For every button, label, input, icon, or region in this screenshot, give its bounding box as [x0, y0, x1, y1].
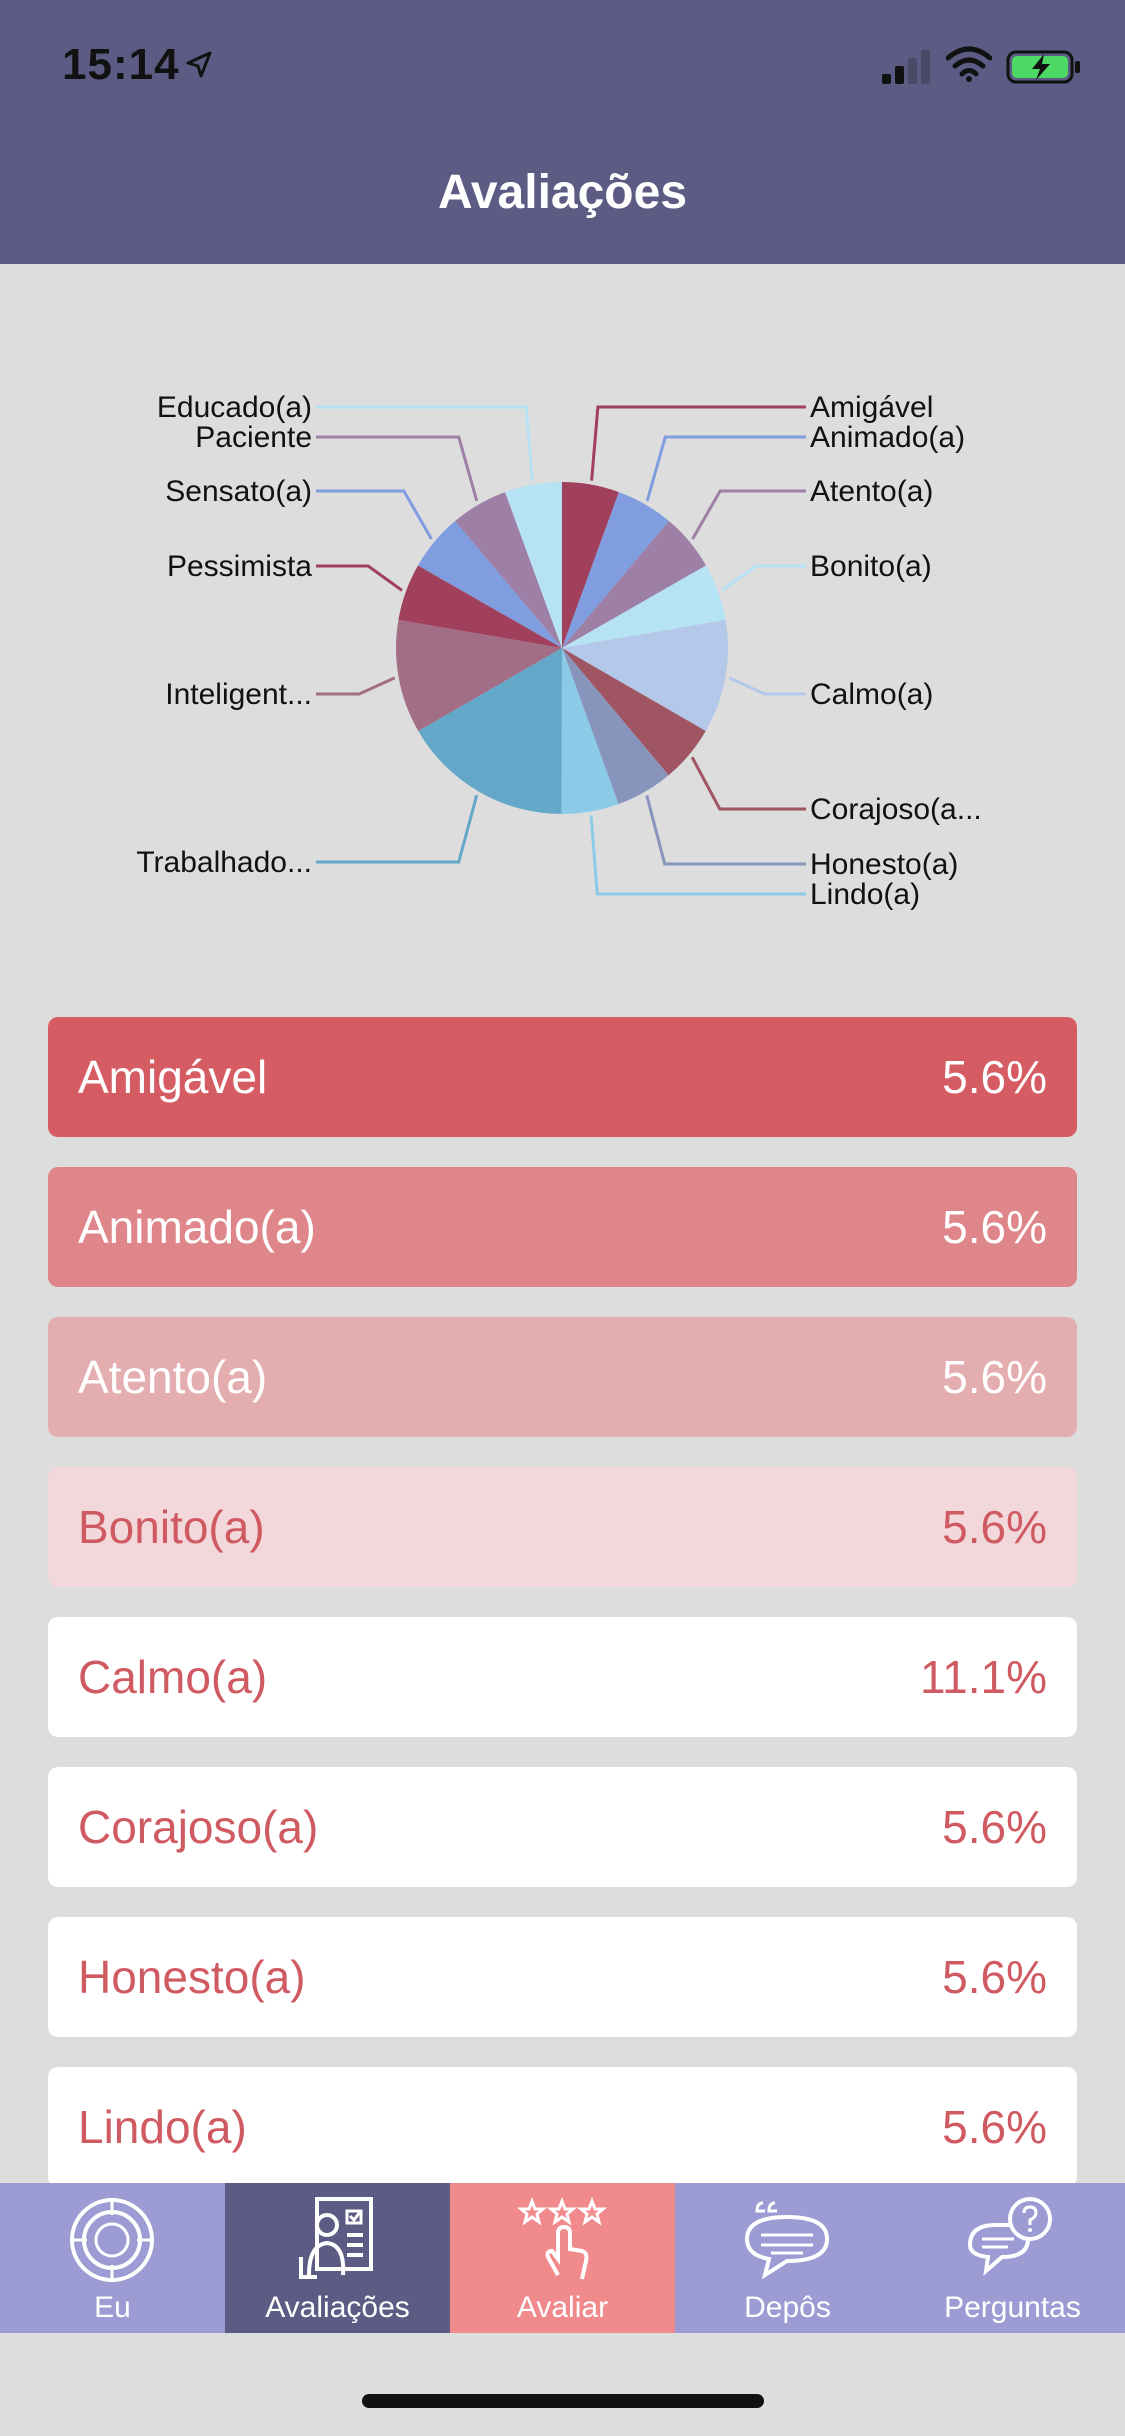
ranking-row[interactable]: Amigável 5.6% — [48, 1017, 1077, 1137]
location-arrow-icon — [186, 51, 212, 78]
ranking-row[interactable]: Bonito(a) 5.6% — [48, 1467, 1077, 1587]
pie-slice-label: Lindo(a) — [810, 878, 920, 911]
ranking-percentage: 5.6% — [942, 1501, 1047, 1553]
cellular-signal-icon — [882, 50, 930, 84]
pie-leader-line — [316, 794, 479, 864]
pie-slice-label: Honesto(a) — [810, 848, 958, 881]
status-time: 15:14 — [62, 40, 180, 89]
ranking-label: Lindo(a) — [78, 2101, 247, 2153]
pie-leader-line — [728, 676, 806, 696]
ranking-row[interactable]: Corajoso(a) 5.6% — [48, 1767, 1077, 1887]
tab-label: Avaliações — [265, 2291, 410, 2324]
ranking-percentage: 5.6% — [942, 2101, 1047, 2153]
question-bubble-icon — [962, 2195, 1062, 2292]
pie-slice-label: Sensato(a) — [165, 475, 312, 508]
pie-slice-label: Paciente — [195, 421, 312, 454]
tab-bar: Eu Avaliações Avaliar Depôs Perguntas — [0, 2183, 1125, 2333]
tab-avaliacoes[interactable]: Avaliações — [225, 2183, 450, 2333]
tab-depos[interactable]: Depôs — [675, 2183, 900, 2333]
tab-avaliar[interactable]: Avaliar — [450, 2183, 675, 2333]
ranking-percentage: 5.6% — [942, 1951, 1047, 2003]
page-title: Avaliações — [437, 166, 688, 219]
tab-label: Eu — [94, 2291, 131, 2324]
pie-slice-label: Calmo(a) — [810, 678, 933, 711]
pie-leader-line — [316, 489, 433, 540]
pie-leader-line — [316, 564, 403, 592]
ranking-row[interactable]: Lindo(a) 5.6% — [48, 2067, 1077, 2187]
pie-leader-line — [721, 564, 806, 592]
quote-bubble-icon — [737, 2195, 837, 2292]
ranking-row[interactable]: Calmo(a) 11.1% — [48, 1617, 1077, 1737]
pie-leader-line — [316, 405, 534, 481]
ranking-label: Animado(a) — [78, 1201, 316, 1253]
wifi-icon — [946, 46, 992, 82]
clipboard-person-icon — [287, 2195, 387, 2292]
ranking-row[interactable]: Animado(a) 5.6% — [48, 1167, 1077, 1287]
status-bar: 15:14 — [0, 0, 1125, 140]
ranking-label: Honesto(a) — [78, 1951, 306, 2003]
tab-label: Depôs — [744, 2291, 831, 2324]
ranking-label: Bonito(a) — [78, 1501, 265, 1553]
pie-leader-line — [589, 815, 806, 896]
ranking-label: Atento(a) — [78, 1351, 268, 1403]
pie-leader-line — [316, 676, 396, 696]
pie-leader-line — [691, 489, 806, 540]
tab-label: Perguntas — [944, 2291, 1081, 2324]
ranking-percentage: 5.6% — [942, 1051, 1047, 1103]
pie-slice-label: Educado(a) — [157, 391, 312, 424]
ranking-row[interactable]: Honesto(a) 5.6% — [48, 1917, 1077, 2037]
ranking-percentage: 5.6% — [942, 1351, 1047, 1403]
pie-slice-label: Corajoso(a... — [810, 793, 982, 826]
pie-leader-line — [645, 794, 806, 866]
pie-slice-label: Inteligent... — [165, 678, 312, 711]
ranking-label: Calmo(a) — [78, 1651, 268, 1703]
tab-eu[interactable]: Eu — [0, 2183, 225, 2333]
ranking-percentage: 5.6% — [942, 1801, 1047, 1853]
pie-slice-label: Amigável — [810, 391, 933, 424]
pie-chart: Amigável Animado(a) Atento(a) Bonito(a) Calm… — [0, 300, 1125, 960]
stars-hand-icon — [512, 2195, 612, 2292]
ranking-row[interactable]: Atento(a) 5.6% — [48, 1317, 1077, 1437]
tab-label: Avaliar — [516, 2291, 609, 2324]
ranking-list: Amigável 5.6% Animado(a) 5.6% Atento(a) 5.6% B… — [48, 1017, 1077, 2217]
ranking-percentage: 5.6% — [942, 1201, 1047, 1253]
target-icon — [62, 2195, 162, 2292]
pie-slice-label: Pessimista — [167, 550, 312, 583]
pie-slice-label: Bonito(a) — [810, 550, 932, 583]
pie-slice-label: Atento(a) — [810, 475, 933, 508]
battery-charging-icon — [1006, 50, 1080, 84]
pie-leader-line — [690, 756, 806, 811]
pie-chart-svg: AmigávelAnimado(a) Atento(a) Bonito(a) Calm… — [136, 391, 982, 911]
pie-leader-line — [590, 405, 806, 481]
ranking-percentage: 11.1% — [919, 1651, 1047, 1703]
pie-slice-label: Animado(a) — [810, 421, 965, 454]
ranking-label: Amigável — [78, 1051, 268, 1103]
home-indicator — [362, 2394, 764, 2408]
pie-slice-label: Trabalhado... — [136, 846, 312, 879]
ranking-label: Corajoso(a) — [78, 1801, 319, 1853]
tab-perguntas[interactable]: Perguntas — [900, 2183, 1125, 2333]
navigation-bar: Avaliações — [0, 140, 1125, 264]
